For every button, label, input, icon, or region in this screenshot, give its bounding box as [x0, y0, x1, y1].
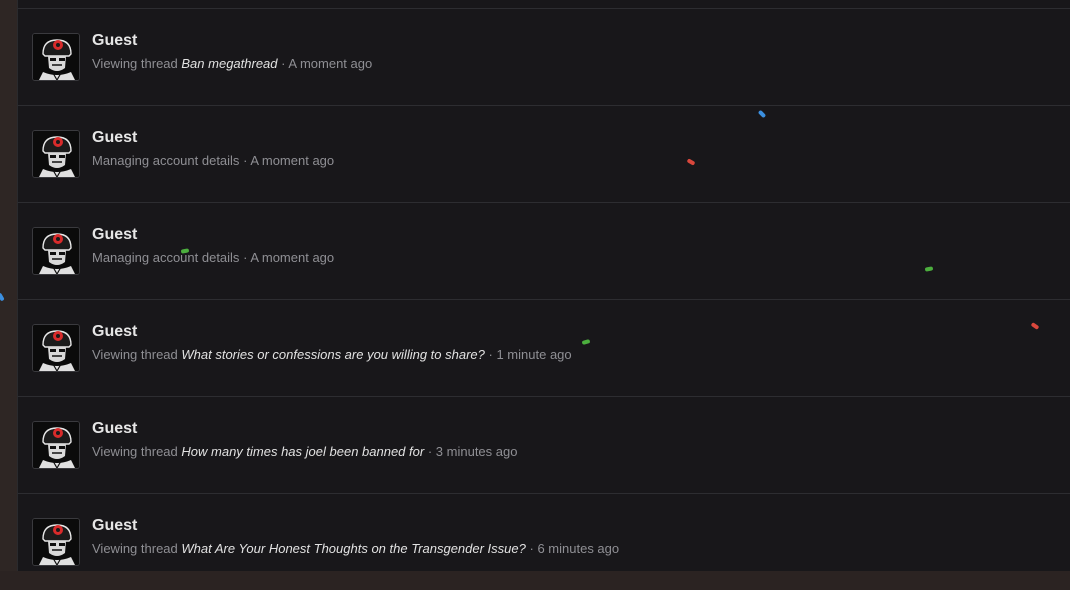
- avatar[interactable]: [32, 518, 80, 566]
- timestamp: A moment ago: [250, 250, 335, 265]
- separator: ·: [243, 153, 248, 168]
- activity-text: Viewing thread Ban megathread · A moment…: [92, 56, 372, 71]
- avatar[interactable]: [32, 227, 80, 275]
- username[interactable]: Guest: [92, 32, 137, 50]
- activity-text: Managing account details · A moment ago: [92, 153, 334, 168]
- soldier-skull-avatar-icon: [33, 422, 79, 468]
- list-item: Guest Managing account details · A momen…: [18, 203, 1070, 300]
- separator: ·: [488, 347, 493, 362]
- username[interactable]: Guest: [92, 129, 137, 147]
- username[interactable]: Guest: [92, 323, 137, 341]
- thread-link[interactable]: Ban megathread: [181, 56, 277, 71]
- list-item: Guest Viewing thread How many times has …: [18, 397, 1070, 494]
- soldier-skull-avatar-icon: [33, 325, 79, 371]
- avatar[interactable]: [32, 324, 80, 372]
- activity-prefix: Viewing thread: [92, 541, 178, 556]
- avatar[interactable]: [32, 421, 80, 469]
- list-item: Guest Viewing thread What Are Your Hones…: [18, 494, 1070, 590]
- thread-link[interactable]: What Are Your Honest Thoughts on the Tra…: [181, 541, 525, 556]
- activity-text: Viewing thread What Are Your Honest Thou…: [92, 541, 619, 556]
- timestamp: A moment ago: [250, 153, 335, 168]
- avatar[interactable]: [32, 33, 80, 81]
- separator: ·: [427, 444, 433, 459]
- timestamp: 3 minutes ago: [435, 444, 518, 459]
- soldier-skull-avatar-icon: [33, 131, 79, 177]
- activity-prefix: Managing account details: [92, 153, 240, 168]
- username[interactable]: Guest: [92, 420, 137, 438]
- activity-prefix: Viewing thread: [92, 444, 178, 459]
- list-item: Guest Viewing thread Ban megathread · A …: [18, 9, 1070, 106]
- avatar[interactable]: [32, 130, 80, 178]
- thread-link[interactable]: How many times has joel been banned for: [181, 444, 424, 459]
- soldier-skull-avatar-icon: [33, 34, 79, 80]
- activity-text: Viewing thread How many times has joel b…: [92, 444, 517, 459]
- soldier-skull-avatar-icon: [33, 519, 79, 565]
- timestamp: A moment ago: [288, 56, 373, 71]
- separator: ·: [243, 250, 248, 265]
- timestamp: 1 minute ago: [496, 347, 572, 362]
- activity-prefix: Viewing thread: [92, 56, 178, 71]
- separator: ·: [529, 541, 534, 556]
- thread-link[interactable]: What stories or confessions are you will…: [181, 347, 484, 362]
- username[interactable]: Guest: [92, 517, 137, 535]
- username[interactable]: Guest: [92, 226, 137, 244]
- list-item: Guest Managing account details · A momen…: [18, 106, 1070, 203]
- activity-prefix: Viewing thread: [92, 347, 178, 362]
- activity-prefix: Managing account details: [92, 250, 240, 265]
- online-users-list: Guest Viewing thread Ban megathread · A …: [17, 0, 1070, 571]
- soldier-skull-avatar-icon: [33, 228, 79, 274]
- activity-text: Viewing thread What stories or confessio…: [92, 347, 572, 362]
- list-item: Guest Viewing thread What stories or con…: [18, 300, 1070, 397]
- separator: ·: [281, 56, 286, 71]
- activity-text: Managing account details · A moment ago: [92, 250, 334, 265]
- timestamp: 6 minutes ago: [537, 541, 620, 556]
- sidebar-edge: [0, 0, 17, 571]
